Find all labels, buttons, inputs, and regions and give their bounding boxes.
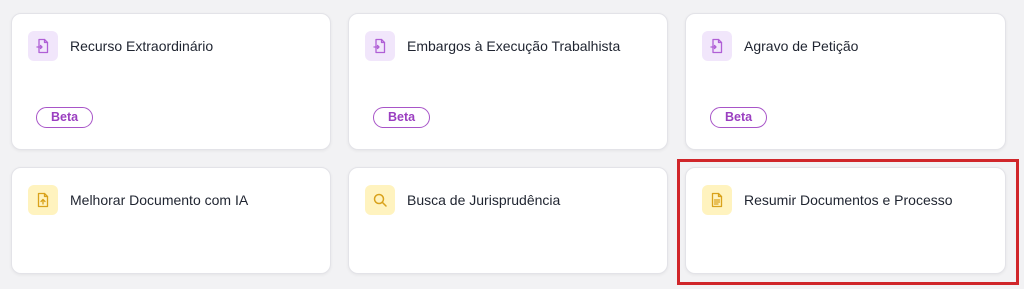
- card-title: Busca de Jurisprudência: [407, 192, 561, 208]
- card-melhorar-documento-ia[interactable]: Melhorar Documento com IA: [11, 167, 331, 274]
- card-title: Melhorar Documento com IA: [70, 192, 249, 208]
- search-icon: [365, 185, 395, 215]
- document-upload-icon: [28, 31, 58, 61]
- document-upload-icon: [702, 31, 732, 61]
- card-agravo-de-peticao[interactable]: Agravo de Petição Beta: [685, 13, 1006, 150]
- document-improve-icon: [28, 185, 58, 215]
- beta-badge: Beta: [36, 107, 94, 128]
- card-title: Resumir Documentos e Processo: [744, 192, 953, 208]
- card-embargos-execucao-trabalhista[interactable]: Embargos à Execução Trabalhista Beta: [348, 13, 668, 150]
- card-title: Agravo de Petição: [744, 38, 859, 54]
- card-title: Recurso Extraordinário: [70, 38, 214, 54]
- document-text-icon: [702, 185, 732, 215]
- document-upload-icon: [365, 31, 395, 61]
- card-recurso-extraordinario[interactable]: Recurso Extraordinário Beta: [11, 13, 331, 150]
- tools-grid: Recurso Extraordinário Beta Embargos à E…: [0, 0, 1024, 289]
- card-busca-jurisprudencia[interactable]: Busca de Jurisprudência: [348, 167, 668, 274]
- beta-badge: Beta: [710, 107, 768, 128]
- beta-badge: Beta: [373, 107, 431, 128]
- card-resumir-documentos-processo[interactable]: Resumir Documentos e Processo: [685, 167, 1006, 274]
- card-title: Embargos à Execução Trabalhista: [407, 38, 621, 54]
